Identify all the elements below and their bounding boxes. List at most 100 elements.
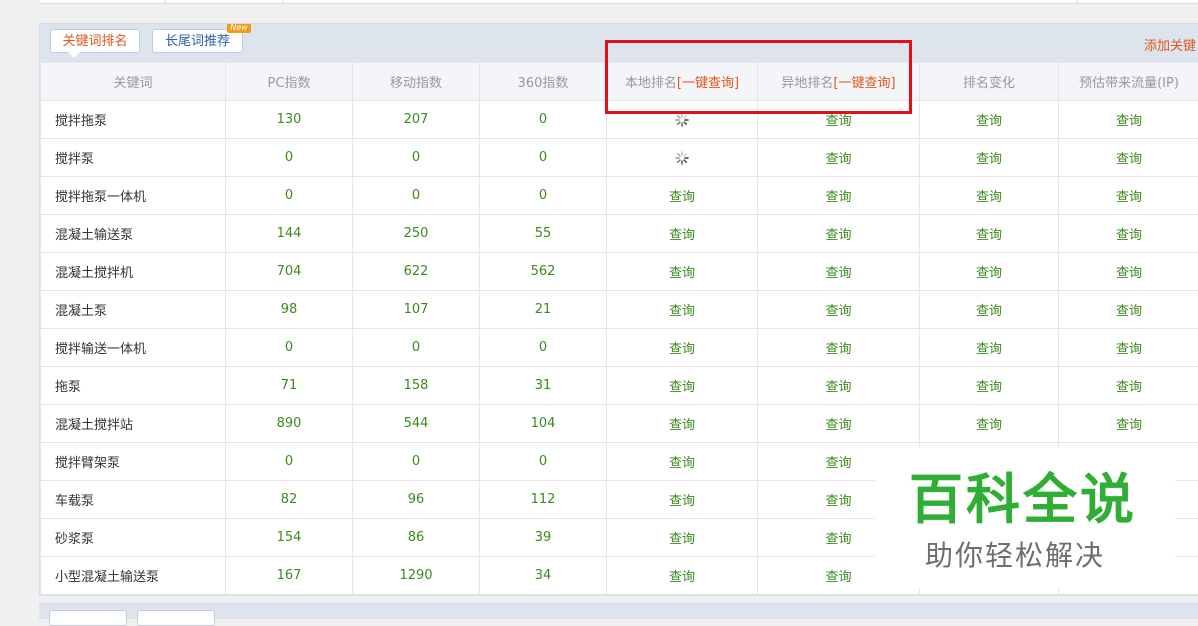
pc-index-cell-text: 0 xyxy=(285,150,293,165)
traffic-query-text[interactable]: 查询 xyxy=(1116,190,1142,205)
rank-change-query-text[interactable]: 查询 xyxy=(976,342,1002,357)
remote-rank-query-text[interactable]: 查询 xyxy=(825,532,851,547)
rank-change-query-text[interactable]: 查询 xyxy=(976,266,1002,281)
s360-index-cell-text: 21 xyxy=(535,302,552,317)
traffic-query[interactable]: 查询 xyxy=(1059,291,1198,329)
watermark-title: 百科全说 xyxy=(909,470,1137,530)
local-rank-query-text[interactable]: 查询 xyxy=(669,228,695,243)
s360-index-cell-text: 104 xyxy=(531,416,556,431)
remote-rank-query[interactable]: 查询 xyxy=(758,215,920,253)
remote-rank-query-text[interactable]: 查询 xyxy=(825,114,851,129)
table-row: 搅拌泵000查询查询查询 xyxy=(41,139,1198,177)
traffic-query-text[interactable]: 查询 xyxy=(1116,266,1142,281)
remote-rank-query-text[interactable]: 查询 xyxy=(825,190,851,205)
remote-one-click-query-link[interactable]: [一键查询] xyxy=(833,76,895,91)
mobile-index-cell-text: 0 xyxy=(412,150,420,165)
traffic-query[interactable]: 查询 xyxy=(1059,253,1198,291)
bottom-tab[interactable] xyxy=(49,610,127,626)
local-rank-query[interactable]: 查询 xyxy=(607,329,758,367)
remote-rank-query[interactable]: 查询 xyxy=(758,367,920,405)
add-keyword-link[interactable]: 添加关键 xyxy=(1144,35,1196,54)
rank-change-query-text[interactable]: 查询 xyxy=(976,190,1002,205)
rank-change-query[interactable]: 查询 xyxy=(920,291,1059,329)
remote-rank-query[interactable]: 查询 xyxy=(758,329,920,367)
remote-rank-query[interactable]: 查询 xyxy=(758,177,920,215)
local-rank-query-text[interactable]: 查询 xyxy=(669,570,695,585)
rank-change-query-text[interactable]: 查询 xyxy=(976,228,1002,243)
traffic-query-text[interactable]: 查询 xyxy=(1116,342,1142,357)
mobile-index-cell-text: 158 xyxy=(404,378,429,393)
traffic-query[interactable]: 查询 xyxy=(1059,177,1198,215)
rank-change-query[interactable]: 查询 xyxy=(920,253,1059,291)
traffic-query-text[interactable]: 查询 xyxy=(1116,304,1142,319)
rank-change-query-text[interactable]: 查询 xyxy=(976,380,1002,395)
rank-change-query[interactable]: 查询 xyxy=(920,101,1059,139)
local-rank-query-text[interactable]: 查询 xyxy=(669,304,695,319)
remote-rank-query-text[interactable]: 查询 xyxy=(825,456,851,471)
rank-change-query[interactable]: 查询 xyxy=(920,405,1059,443)
rank-change-query[interactable]: 查询 xyxy=(920,329,1059,367)
local-rank-query-text[interactable]: 查询 xyxy=(669,266,695,281)
local-rank-query-text[interactable]: 查询 xyxy=(669,418,695,433)
rank-change-query[interactable]: 查询 xyxy=(920,215,1059,253)
local-rank-query[interactable]: 查询 xyxy=(607,519,758,557)
local-rank-query[interactable]: 查询 xyxy=(607,177,758,215)
tab-keyword-ranking[interactable]: 关键词排名 xyxy=(50,29,140,53)
local-rank-query[interactable]: 查询 xyxy=(607,557,758,595)
remote-rank-query[interactable]: 查询 xyxy=(758,139,920,177)
pc-index-cell-text: 144 xyxy=(277,226,302,241)
rank-change-query-text[interactable]: 查询 xyxy=(976,418,1002,433)
traffic-query[interactable]: 查询 xyxy=(1059,215,1198,253)
remote-rank-query-text[interactable]: 查询 xyxy=(825,342,851,357)
local-rank-query[interactable]: 查询 xyxy=(607,291,758,329)
local-rank-query[interactable]: 查询 xyxy=(607,367,758,405)
remote-rank-query-text[interactable]: 查询 xyxy=(825,304,851,319)
keyword-cell-text: 搅拌泵 xyxy=(55,152,94,167)
traffic-query-text[interactable]: 查询 xyxy=(1116,380,1142,395)
local-one-click-query-link[interactable]: [一键查询] xyxy=(677,76,739,91)
mobile-index-cell: 0 xyxy=(353,329,480,367)
traffic-query-text[interactable]: 查询 xyxy=(1116,418,1142,433)
s360-index-cell: 562 xyxy=(480,253,607,291)
remote-rank-query-text[interactable]: 查询 xyxy=(825,266,851,281)
local-rank-query-text[interactable]: 查询 xyxy=(669,532,695,547)
remote-rank-query[interactable]: 查询 xyxy=(758,405,920,443)
local-rank-query-text[interactable]: 查询 xyxy=(669,456,695,471)
remote-rank-query-text[interactable]: 查询 xyxy=(825,570,851,585)
traffic-query[interactable]: 查询 xyxy=(1059,405,1198,443)
traffic-query[interactable]: 查询 xyxy=(1059,101,1198,139)
local-rank-query-text[interactable]: 查询 xyxy=(669,494,695,509)
local-rank-query-text[interactable]: 查询 xyxy=(669,342,695,357)
local-rank-query[interactable]: 查询 xyxy=(607,215,758,253)
remote-rank-query[interactable]: 查询 xyxy=(758,291,920,329)
remote-rank-query-text[interactable]: 查询 xyxy=(825,152,851,167)
bottom-tab[interactable] xyxy=(137,610,215,626)
rank-change-query-text[interactable]: 查询 xyxy=(976,114,1002,129)
local-rank-query[interactable]: 查询 xyxy=(607,253,758,291)
local-rank-query-text[interactable]: 查询 xyxy=(669,380,695,395)
mobile-index-cell: 250 xyxy=(353,215,480,253)
remote-rank-query-text[interactable]: 查询 xyxy=(825,494,851,509)
keyword-cell-text: 混凝土输送泵 xyxy=(55,228,133,243)
local-rank-query[interactable]: 查询 xyxy=(607,405,758,443)
rank-change-query[interactable]: 查询 xyxy=(920,177,1059,215)
local-rank-query[interactable]: 查询 xyxy=(607,481,758,519)
traffic-query[interactable]: 查询 xyxy=(1059,329,1198,367)
local-rank-query[interactable]: 查询 xyxy=(607,443,758,481)
rank-change-query[interactable]: 查询 xyxy=(920,367,1059,405)
remote-rank-query[interactable]: 查询 xyxy=(758,101,920,139)
remote-rank-query-text[interactable]: 查询 xyxy=(825,380,851,395)
rank-change-query-text[interactable]: 查询 xyxy=(976,152,1002,167)
remote-rank-query-text[interactable]: 查询 xyxy=(825,418,851,433)
traffic-query-text[interactable]: 查询 xyxy=(1116,228,1142,243)
local-rank-query-text[interactable]: 查询 xyxy=(669,190,695,205)
rank-change-query-text[interactable]: 查询 xyxy=(976,304,1002,319)
traffic-query[interactable]: 查询 xyxy=(1059,367,1198,405)
traffic-query[interactable]: 查询 xyxy=(1059,139,1198,177)
rank-change-query[interactable]: 查询 xyxy=(920,139,1059,177)
traffic-query-text[interactable]: 查询 xyxy=(1116,114,1142,129)
traffic-query-text[interactable]: 查询 xyxy=(1116,152,1142,167)
remote-rank-query-text[interactable]: 查询 xyxy=(825,228,851,243)
mobile-index-cell-text: 207 xyxy=(404,112,429,127)
remote-rank-query[interactable]: 查询 xyxy=(758,253,920,291)
